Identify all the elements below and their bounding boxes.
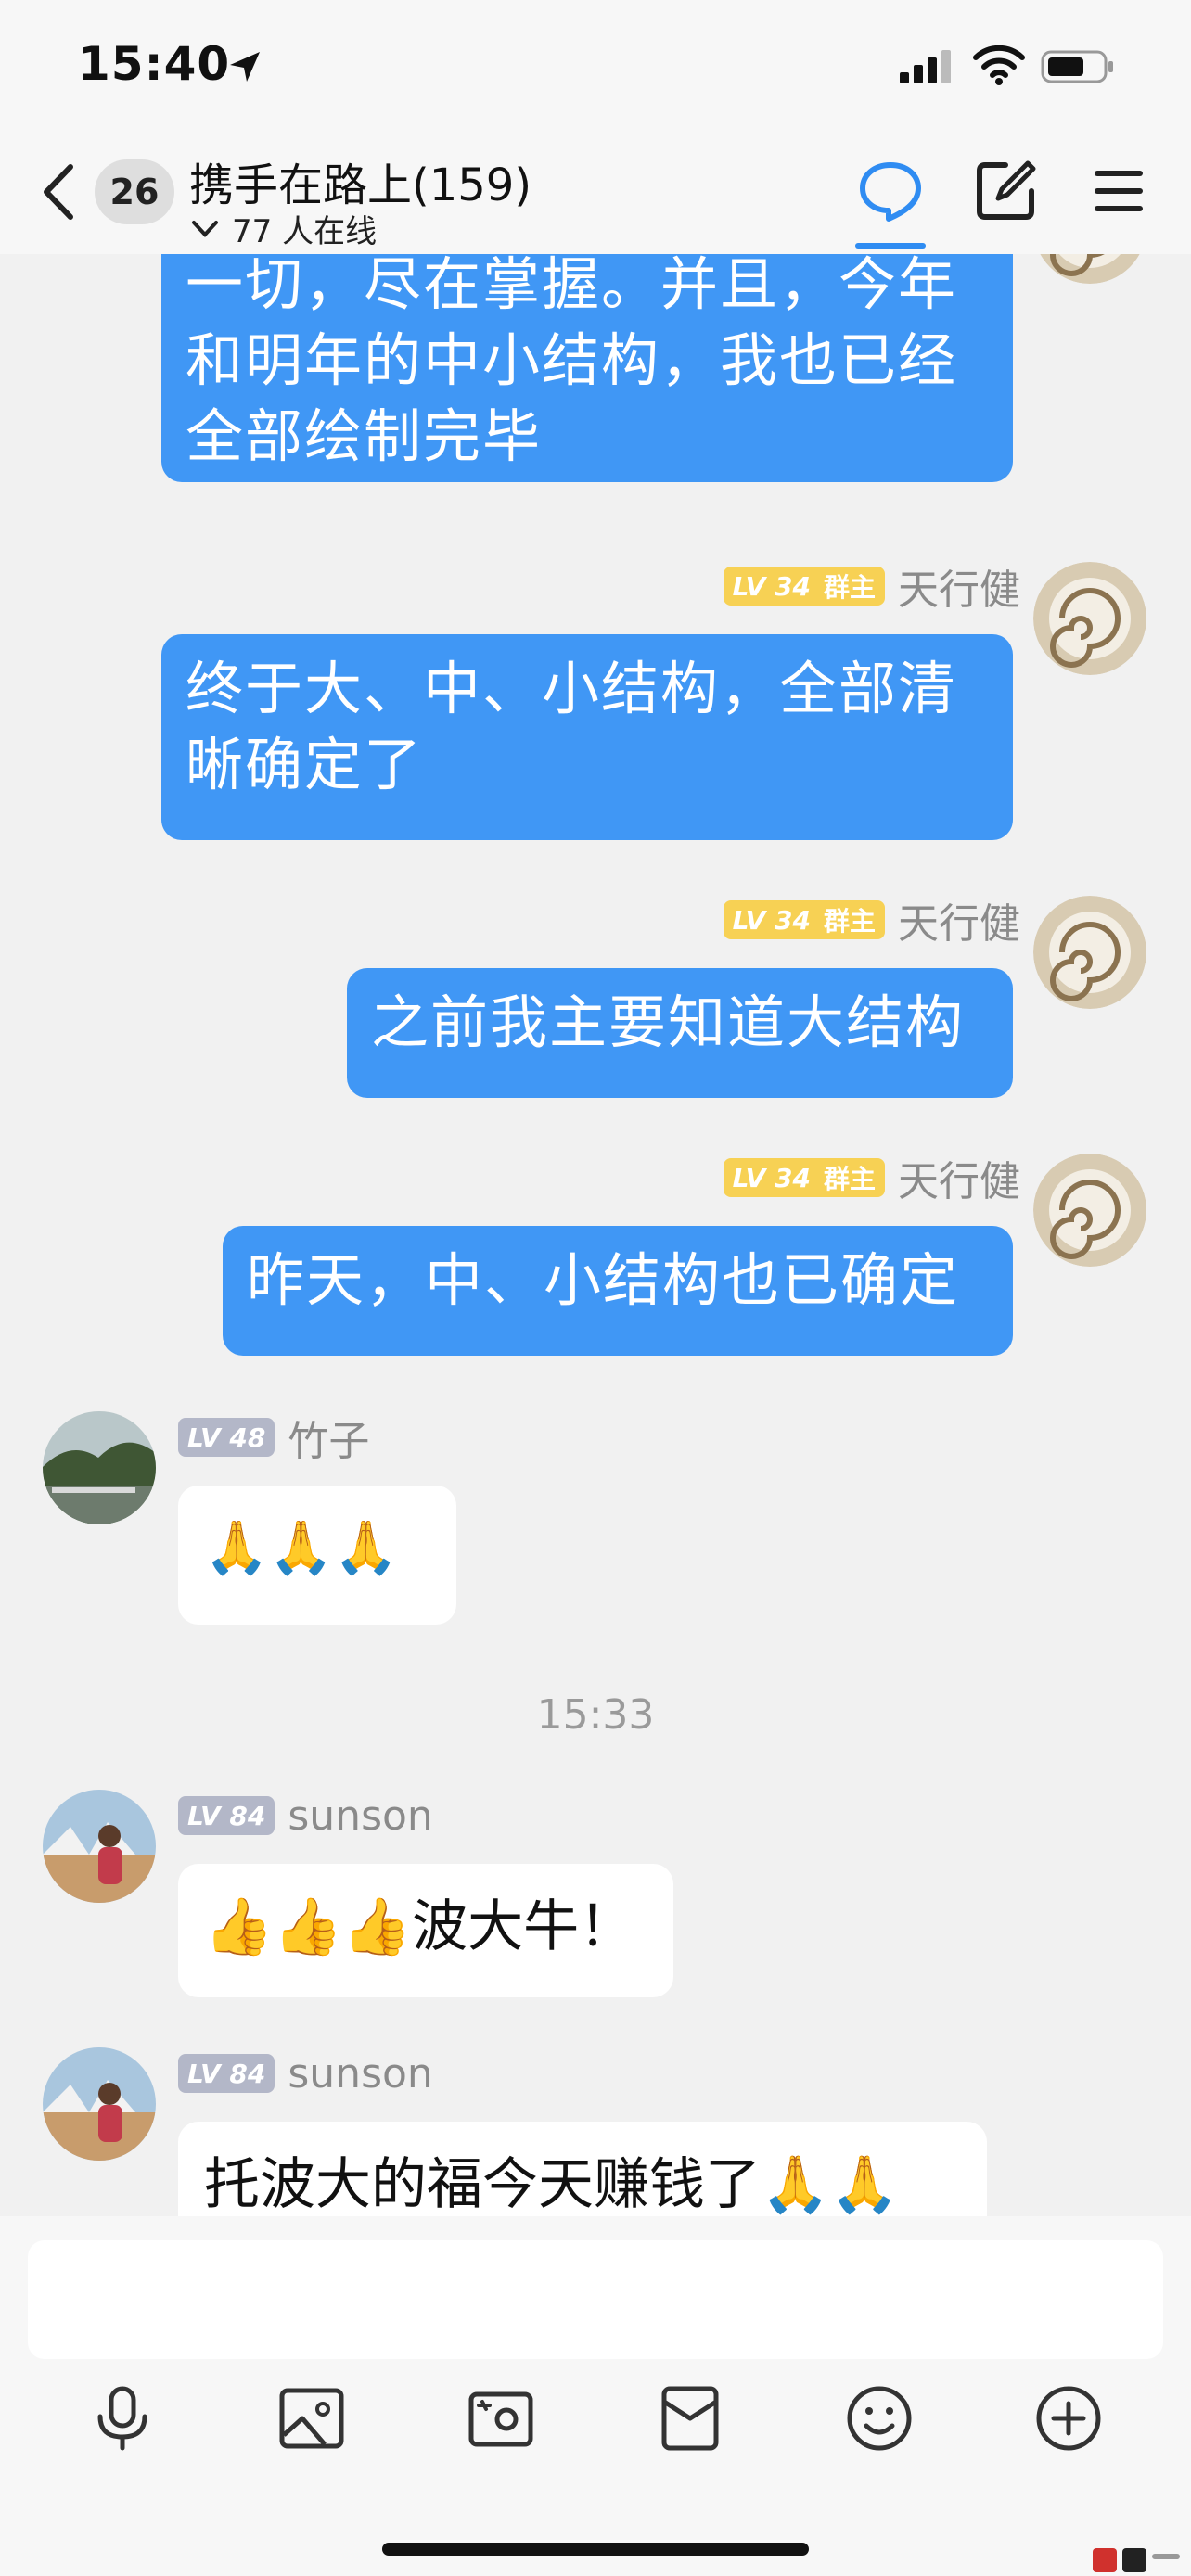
landscape-avatar-icon xyxy=(43,1411,156,1524)
sender-row: LV 34 群主 天行健 xyxy=(723,1154,1033,1205)
sender-name: 天行健 xyxy=(898,900,1020,948)
level-badge: LV 34 群主 xyxy=(723,567,885,606)
online-count-text: 77 人在线 xyxy=(232,213,378,250)
battery-icon xyxy=(1041,50,1113,83)
active-tab-indicator xyxy=(855,243,926,249)
message-bubble-other[interactable]: 🙏🙏🙏 xyxy=(178,1486,456,1625)
sender-name: sunson xyxy=(288,2049,433,2098)
microphone-icon[interactable] xyxy=(85,2381,160,2455)
watermark-logo xyxy=(1093,2548,1180,2572)
message-list[interactable]: 一切，尽在掌握。并且，今年 和明年的中小结构，我也已经 全部绘制完毕 LV 34… xyxy=(0,254,1191,2216)
spiral-staircase-avatar-icon xyxy=(1040,254,1140,284)
sender-row: LV 34 群主 天行健 xyxy=(723,562,1033,614)
level-badge: LV 34 群主 xyxy=(723,1158,885,1197)
status-bar: 15:40 xyxy=(0,0,1191,139)
level-badge: LV 84 xyxy=(178,1796,275,1835)
avatar-sunson[interactable] xyxy=(43,1790,156,1903)
back-chevron-icon[interactable] xyxy=(37,159,83,224)
sender-row: LV 84 sunson xyxy=(178,1792,446,1840)
location-arrow-icon xyxy=(230,52,260,82)
menu-icon[interactable] xyxy=(1091,165,1146,217)
unread-count-badge[interactable]: 26 xyxy=(95,159,174,224)
level-badge: LV 34 群主 xyxy=(723,900,885,939)
sender-row: LV 34 群主 天行健 xyxy=(723,896,1033,948)
avatar-sunson[interactable] xyxy=(43,2047,156,2161)
input-area xyxy=(0,2216,1191,2576)
sender-name: sunson xyxy=(288,1792,433,1840)
avatar-tianxingjian[interactable] xyxy=(1033,896,1146,1009)
message-input[interactable] xyxy=(28,2240,1163,2359)
camera-icon[interactable] xyxy=(464,2381,538,2455)
sender-name: 天行健 xyxy=(898,567,1020,614)
sender-name: 天行健 xyxy=(898,1158,1020,1205)
message-bubble-self[interactable]: 终于大、中、小结构，全部清 晰确定了 xyxy=(161,634,1013,840)
sender-row: LV 48 竹子 xyxy=(178,1413,382,1465)
image-icon[interactable] xyxy=(275,2381,349,2455)
message-bubble-self[interactable]: 之前我主要知道大结构 xyxy=(347,968,1013,1098)
chat-bubble-icon[interactable] xyxy=(857,158,924,224)
red-packet-icon[interactable] xyxy=(653,2381,727,2455)
avatar-tianxingjian[interactable] xyxy=(1033,1154,1146,1267)
person-photo-avatar-icon xyxy=(43,1790,156,1903)
spiral-staircase-avatar-icon xyxy=(1033,562,1146,675)
avatar-tianxingjian[interactable] xyxy=(1033,562,1146,675)
person-photo-avatar-icon xyxy=(43,2047,156,2161)
message-bubble-self[interactable]: 一切，尽在掌握。并且，今年 和明年的中小结构，我也已经 全部绘制完毕 xyxy=(161,254,1013,482)
message-bubble-other[interactable]: 👍👍👍波大牛！ xyxy=(178,1864,673,1997)
sender-name: 竹子 xyxy=(288,1418,370,1465)
wifi-icon xyxy=(973,45,1025,85)
avatar-zhuzi[interactable] xyxy=(43,1411,156,1524)
message-bubble-other[interactable]: 托波大的福今天赚钱了🙏🙏 xyxy=(178,2122,987,2216)
plus-icon[interactable] xyxy=(1031,2381,1106,2455)
group-title[interactable]: 携手在路上(159) xyxy=(189,148,531,213)
emoji-icon[interactable] xyxy=(842,2381,916,2455)
spiral-staircase-avatar-icon xyxy=(1033,1154,1146,1267)
status-time: 15:40 xyxy=(78,37,231,91)
cellular-signal-icon xyxy=(900,50,951,83)
sender-row: LV 84 sunson xyxy=(178,2049,446,2098)
online-count[interactable]: 77 人在线 xyxy=(191,206,377,251)
level-badge: LV 84 xyxy=(178,2054,275,2093)
chevron-down-icon xyxy=(192,220,218,237)
level-badge: LV 48 xyxy=(178,1418,275,1457)
message-bubble-self[interactable]: 昨天，中、小结构也已确定 xyxy=(223,1226,1013,1356)
edit-note-icon[interactable] xyxy=(974,158,1039,223)
avatar-tianxingjian[interactable] xyxy=(1033,254,1146,284)
home-indicator xyxy=(382,2543,809,2556)
time-divider: 15:33 xyxy=(536,1691,655,1739)
chat-header: 26 携手在路上(159) 77 人在线 xyxy=(0,139,1191,254)
spiral-staircase-avatar-icon xyxy=(1033,896,1146,1009)
